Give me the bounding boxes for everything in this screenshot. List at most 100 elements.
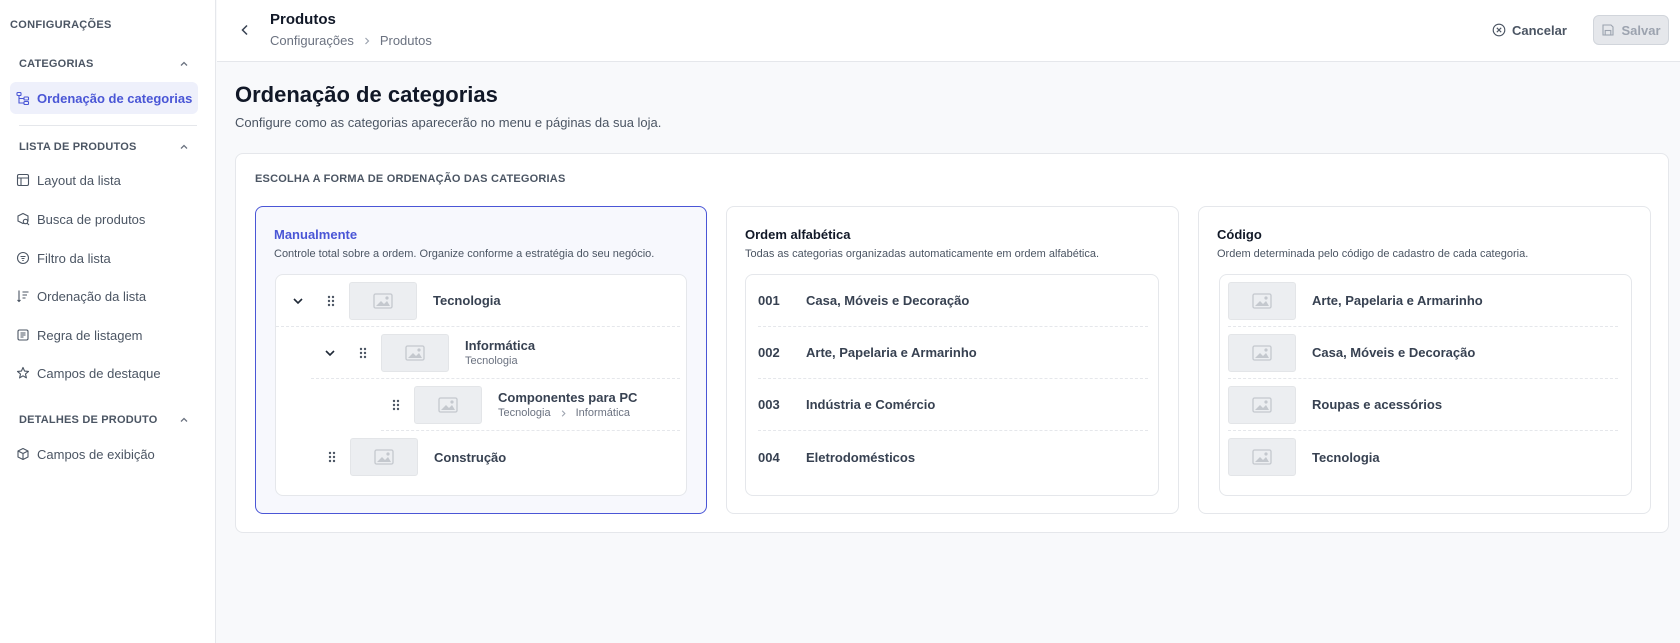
category-name: Casa, Móveis e Decoração xyxy=(806,293,970,308)
breadcrumb-item: Produtos xyxy=(379,33,432,48)
category-name: Tecnologia xyxy=(433,293,501,308)
sidebar-item-label: Regra de listagem xyxy=(37,327,143,343)
sidebar-item-regra-listagem[interactable]: Regra de listagem xyxy=(10,319,198,351)
category-name: Arte, Papelaria e Armarinho xyxy=(806,345,977,360)
page-title: Ordenação de categorias xyxy=(235,82,498,107)
sidebar-title: CONFIGURAÇÕES xyxy=(10,19,112,31)
option-title: Ordem alfabética xyxy=(745,227,851,242)
chevron-down-icon[interactable] xyxy=(323,346,337,360)
list-item: 001 Casa, Móveis e Decoração xyxy=(758,275,1148,327)
sidebar-item-layout-lista[interactable]: Layout da lista xyxy=(10,164,198,196)
tree-row[interactable]: Tecnologia xyxy=(276,275,680,327)
category-tree-icon xyxy=(16,91,30,105)
option-manual[interactable]: Manualmente Controle total sobre a ordem… xyxy=(255,206,707,514)
chevron-right-icon xyxy=(364,37,370,44)
sidebar-item-filtro-lista[interactable]: Filtro da lista xyxy=(10,242,198,274)
category-image-placeholder xyxy=(1228,281,1296,320)
save-label: Salvar xyxy=(1621,22,1661,38)
category-name: Informática xyxy=(465,338,536,353)
category-text: Construção xyxy=(434,450,506,465)
category-path: Tecnologia xyxy=(465,355,535,367)
image-icon xyxy=(1252,344,1272,361)
path-item: Tecnologia xyxy=(498,407,551,419)
cancel-label: Cancelar xyxy=(1512,22,1567,38)
tree-row[interactable]: Construção xyxy=(276,431,680,483)
image-icon xyxy=(438,396,458,413)
category-image-placeholder xyxy=(349,281,417,320)
chevron-up-icon xyxy=(180,417,188,422)
list-item: Roupas e acessórios xyxy=(1228,379,1618,431)
sidebar: CONFIGURAÇÕES CATEGORIAS Ordenação de ca… xyxy=(0,0,216,643)
category-name: Tecnologia xyxy=(1312,449,1380,465)
image-icon xyxy=(405,344,425,361)
star-icon xyxy=(16,366,30,379)
chevron-up-icon xyxy=(180,144,188,149)
section-categorias-toggle[interactable]: CATEGORIAS xyxy=(19,56,189,72)
list-item: 003 Indústria e Comércio xyxy=(758,379,1148,431)
option-code[interactable]: Código Ordem determinada pelo código de … xyxy=(1198,206,1651,514)
category-code: 001 xyxy=(758,293,780,308)
category-code: 003 xyxy=(758,397,780,412)
cancel-button[interactable]: Cancelar xyxy=(1492,18,1567,42)
drag-handle-icon[interactable] xyxy=(390,397,402,413)
tree-row[interactable]: Informática Tecnologia xyxy=(311,327,680,379)
option-description: Todas as categorias organizadas automati… xyxy=(745,248,1100,260)
list-item: Arte, Papelaria e Armarinho xyxy=(1228,275,1618,327)
category-image-placeholder xyxy=(1228,333,1296,372)
page-subtitle: Configure como as categorias aparecerão … xyxy=(235,115,662,130)
sidebar-item-label: Campos de exibição xyxy=(37,446,155,462)
manual-tree: Tecnologia Informática Tecnologia Compon… xyxy=(275,274,687,496)
category-image-placeholder xyxy=(381,333,449,372)
category-name: Componentes para PC xyxy=(498,390,638,405)
sidebar-item-label: Campos de destaque xyxy=(37,365,161,381)
alphabetical-list: 001 Casa, Móveis e Decoração 002 Arte, Pap… xyxy=(745,274,1159,496)
category-path: Tecnologia Informática xyxy=(498,407,637,419)
image-icon xyxy=(1252,396,1272,413)
category-text: Componentes para PC Tecnologia Informáti… xyxy=(498,390,637,419)
chevron-down-icon[interactable] xyxy=(291,294,305,308)
top-bar: Produtos Configurações Produtos Cancelar… xyxy=(217,0,1680,62)
image-icon xyxy=(1252,449,1272,465)
sidebar-item-busca-produtos[interactable]: Busca de produtos xyxy=(10,203,198,235)
sidebar-item-label: Ordenação da lista xyxy=(37,288,147,304)
section-label: CATEGORIAS xyxy=(19,58,94,70)
category-image-placeholder xyxy=(1228,438,1296,476)
sidebar-item-campos-destaque[interactable]: Campos de destaque xyxy=(10,357,198,389)
sidebar-item-label: Layout da lista xyxy=(37,172,121,188)
search-products-icon xyxy=(17,212,30,226)
sidebar-item-label: Filtro da lista xyxy=(37,250,111,266)
sidebar-item-campos-exibicao[interactable]: Campos de exibição xyxy=(10,438,198,470)
section-lista-produtos-toggle[interactable]: LISTA DE PRODUTOS xyxy=(19,139,189,155)
save-button[interactable]: Salvar xyxy=(1593,15,1669,45)
sort-icon xyxy=(17,290,29,303)
image-icon xyxy=(374,449,394,465)
sidebar-item-ordenacao-lista[interactable]: Ordenação da lista xyxy=(10,280,198,312)
image-icon xyxy=(1252,292,1272,309)
path-item: Tecnologia xyxy=(465,355,518,367)
breadcrumb: Configurações Produtos xyxy=(270,33,432,48)
drag-handle-icon[interactable] xyxy=(326,449,338,465)
close-circle-icon xyxy=(1492,23,1506,37)
category-code: 002 xyxy=(758,345,780,360)
sidebar-item-label: Busca de produtos xyxy=(37,211,146,227)
section-label: DETALHES DE PRODUTO xyxy=(19,414,158,426)
breadcrumb-item[interactable]: Configurações xyxy=(270,33,354,48)
category-text: Informática Tecnologia xyxy=(465,338,535,367)
section-detalhes-produto-toggle[interactable]: DETALHES DE PRODUTO xyxy=(19,412,189,428)
drag-handle-icon[interactable] xyxy=(325,293,337,309)
table-layout-icon xyxy=(16,173,30,187)
sidebar-item-ordenacao-categorias[interactable]: Ordenação de categorias xyxy=(10,82,198,114)
category-name: Eletrodomésticos xyxy=(806,449,916,465)
back-arrow-icon[interactable] xyxy=(237,22,253,38)
page-header-title: Produtos xyxy=(270,11,336,28)
category-name: Arte, Papelaria e Armarinho xyxy=(1312,293,1483,308)
option-title: Código xyxy=(1217,227,1262,242)
tree-row[interactable]: Componentes para PC Tecnologia Informáti… xyxy=(381,379,680,431)
drag-handle-icon[interactable] xyxy=(357,345,369,361)
category-text: Tecnologia xyxy=(433,293,501,308)
save-icon xyxy=(1602,24,1615,36)
category-image-placeholder xyxy=(414,385,482,424)
category-name: Indústria e Comércio xyxy=(806,397,936,412)
sidebar-item-label: Ordenação de categorias xyxy=(37,90,193,106)
option-alphabetical[interactable]: Ordem alfabética Todas as categorias org… xyxy=(726,206,1179,514)
